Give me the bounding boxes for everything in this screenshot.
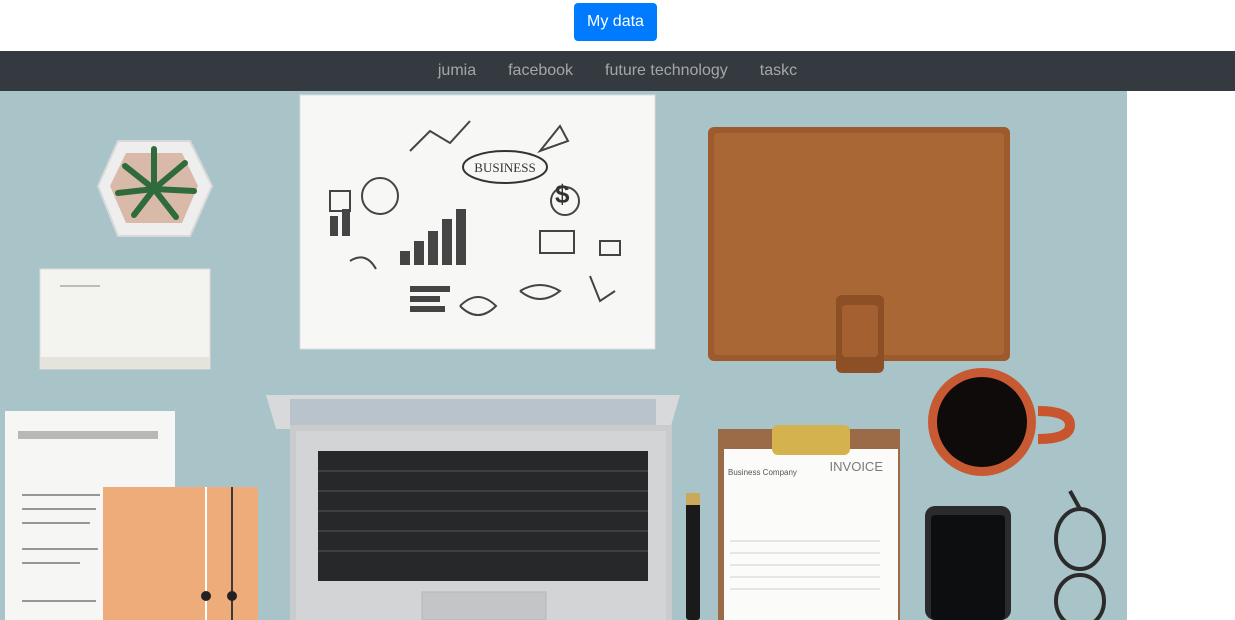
leather-folio [708, 127, 1010, 373]
hero-image: BUSINESS $ INVOICE Business Company [0, 91, 1127, 620]
svg-text:INVOICE: INVOICE [830, 459, 884, 474]
top-bar: My data [0, 0, 1235, 51]
laptop [266, 395, 680, 620]
nav-link-taskc[interactable]: taskc [744, 51, 813, 91]
navbar: jumia facebook future technology taskc [0, 51, 1235, 91]
invoice-clipboard: INVOICE Business Company [718, 425, 900, 620]
nav-link-future-technology[interactable]: future technology [589, 51, 744, 91]
my-data-button[interactable]: My data [574, 3, 657, 41]
nav-link-facebook[interactable]: facebook [492, 51, 589, 91]
svg-text:BUSINESS: BUSINESS [474, 160, 535, 175]
svg-text:$: $ [555, 179, 570, 209]
svg-text:Business Company: Business Company [728, 468, 797, 477]
nav-link-jumia[interactable]: jumia [422, 51, 492, 91]
business-paper: BUSINESS $ [299, 94, 656, 350]
plant-pot [96, 140, 214, 237]
